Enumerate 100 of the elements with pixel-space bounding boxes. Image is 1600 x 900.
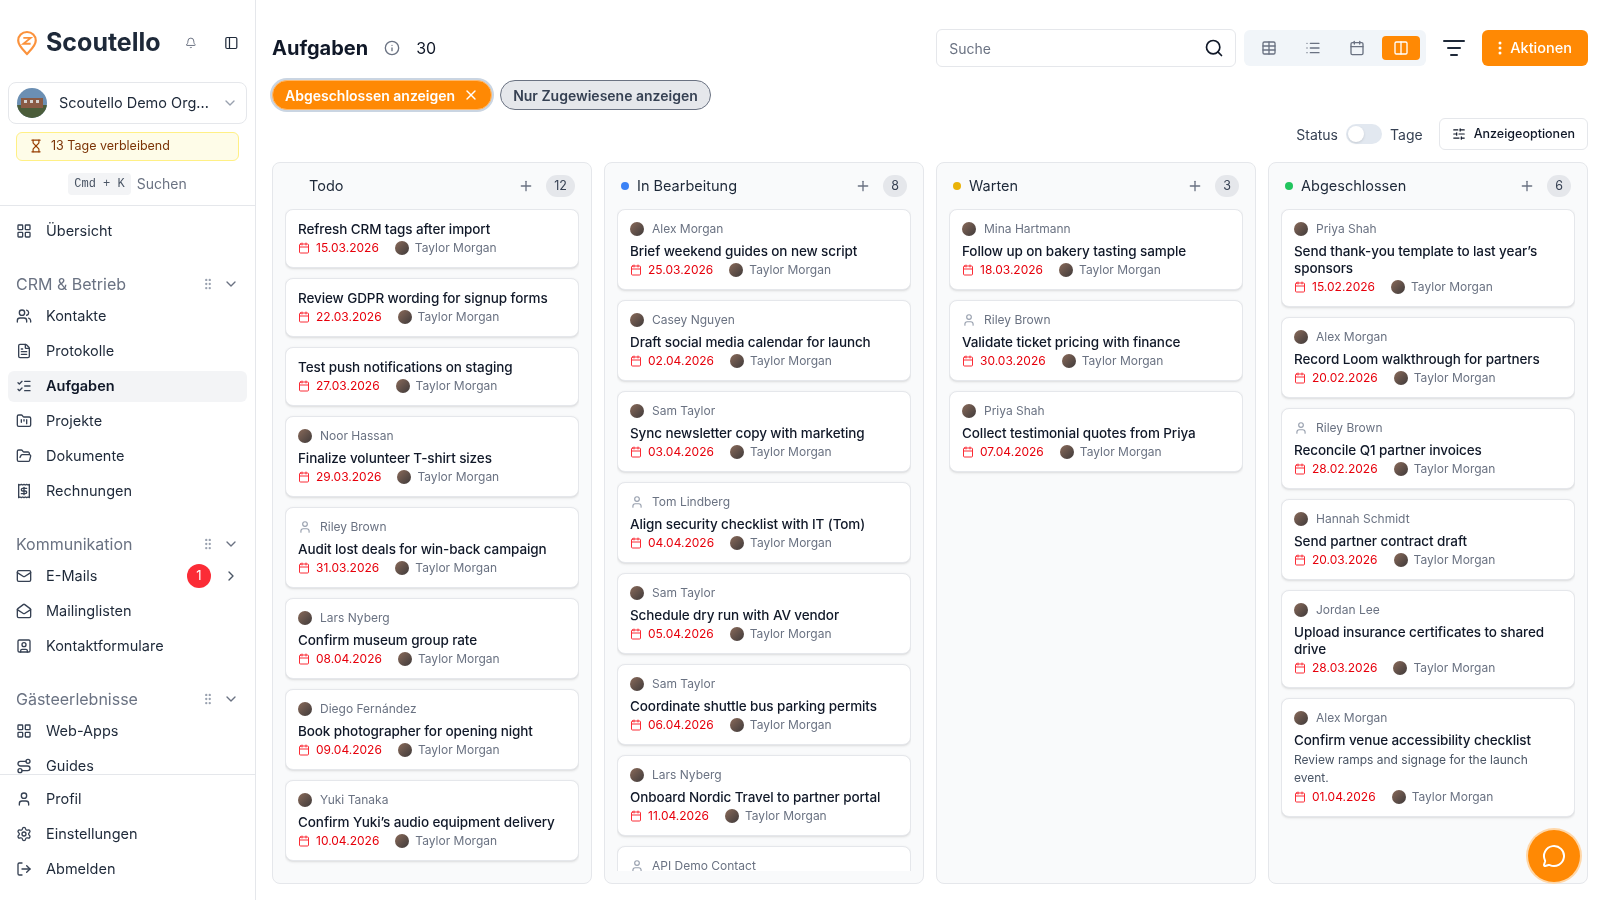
contact-name: Jordan Lee xyxy=(1316,602,1380,618)
contact-name: API Demo Contact xyxy=(652,858,756,871)
assignee-name: Taylor Morgan xyxy=(415,378,498,394)
task-card[interactable]: Lars Nyberg Confirm museum group rate 08.04.2026 Taylor Morgan xyxy=(285,598,579,679)
calendar-icon xyxy=(630,719,642,731)
due-date: 15.02.2026 xyxy=(1312,279,1375,295)
calendar-icon xyxy=(298,242,310,254)
task-card[interactable]: Sam Taylor Schedule dry run with AV vendor 05.04.2026 Taylor Morgan xyxy=(617,573,911,654)
task-card[interactable]: Alex Morgan Brief weekend guides on new script 25.03.2026 Taylor Morgan xyxy=(617,209,911,290)
assignee-name: Taylor Morgan xyxy=(1411,279,1493,295)
mail-icon xyxy=(16,568,32,584)
task-card[interactable]: Priya Shah Collect testimonial quotes from Priya 07.04.2026 Taylor Morgan xyxy=(949,391,1243,472)
search-icon[interactable] xyxy=(1204,38,1225,58)
task-title: Upload insurance certificates to shared drive xyxy=(1294,624,1546,658)
avatar xyxy=(394,241,409,255)
avatar xyxy=(298,702,312,716)
display-options-button[interactable]: Anzeigeoptionen xyxy=(1438,118,1588,150)
nav-item[interactable]: Einstellungen xyxy=(8,818,247,849)
task-card[interactable]: Yuki Tanaka Confirm Yuki’s audio equipment delivery 10.04.2026 Taylor Morgan xyxy=(285,780,579,861)
nav-item[interactable]: Rechnungen xyxy=(8,475,247,507)
nav-item[interactable]: E-Mails xyxy=(8,560,187,592)
calendar-icon xyxy=(298,653,310,665)
due-date: 09.04.2026 xyxy=(316,742,382,758)
task-card[interactable]: Alex Morgan Record Loom walkthrough for partners 20.02.2026 Taylor Morgan xyxy=(1281,317,1575,398)
due-date: 28.03.2026 xyxy=(1312,660,1378,676)
contact-name: Lars Nyberg xyxy=(652,767,722,783)
task-title: Review GDPR wording for signup forms xyxy=(298,290,549,307)
avatar xyxy=(1061,354,1076,368)
avatar xyxy=(729,627,744,641)
assignee-name: Taylor Morgan xyxy=(1079,262,1161,278)
avatar xyxy=(1294,603,1308,617)
task-card[interactable]: Jordan Lee Upload insurance certificates to shared drive 28.03.2026 Taylor Morgan xyxy=(1281,590,1575,688)
nav-item[interactable]: Abmelden xyxy=(8,853,247,884)
nav-item[interactable]: Projekte xyxy=(8,405,247,437)
avatar xyxy=(630,222,644,236)
task-card[interactable]: Sam Taylor Coordinate shuttle bus parking permits 06.04.2026 Taylor Morgan xyxy=(617,664,911,745)
task-card[interactable]: Casey Nguyen Draft social media calendar for launch 02.04.2026 Taylor Morgan xyxy=(617,300,911,381)
avatar xyxy=(729,263,744,277)
task-card[interactable]: Hannah Schmidt Send partner contract draft 20.03.2026 Taylor Morgan xyxy=(1281,499,1575,580)
task-title: Validate ticket pricing with finance xyxy=(962,334,1182,351)
task-card[interactable]: Test push notifications on staging 27.03.2026 Taylor Morgan xyxy=(285,347,579,406)
nav-item[interactable]: Guides xyxy=(8,750,247,774)
task-card[interactable]: Riley Brown Audit lost deals for win-back campaign 31.03.2026 Taylor Morgan xyxy=(285,507,579,588)
nav-item[interactable]: Kontakte xyxy=(8,300,247,332)
due-date: 10.04.2026 xyxy=(316,833,380,849)
search-shortcut-label[interactable]: Suchen xyxy=(136,173,187,194)
section-heading: Gästeerlebnisse xyxy=(16,687,139,711)
task-card[interactable]: Riley Brown Reconcile Q1 partner invoices 28.02.2026 Taylor Morgan xyxy=(1281,408,1575,489)
avatar xyxy=(730,536,745,550)
task-card[interactable]: API Demo Contact xyxy=(617,846,911,871)
avatar xyxy=(395,561,410,575)
calendar-icon xyxy=(630,537,642,549)
nav-item[interactable]: Dokumente xyxy=(8,440,247,472)
task-card[interactable]: Mina Hartmann Follow up on bakery tasting sample 18.03.2026 Taylor Morgan xyxy=(949,209,1243,290)
task-card[interactable]: Riley Brown Validate ticket pricing with finance 30.03.2026 Taylor Morgan xyxy=(949,300,1243,381)
task-card[interactable]: Lars Nyberg Onboard Nordic Travel to partner portal 11.04.2026 Taylor Morgan xyxy=(617,755,911,836)
hourglass-icon xyxy=(29,139,43,153)
column-count: 8 xyxy=(883,174,907,198)
info-icon[interactable] xyxy=(384,40,401,56)
contact-name: Tom Lindberg xyxy=(652,494,731,510)
person-icon xyxy=(298,520,312,534)
due-date: 18.03.2026 xyxy=(980,262,1043,278)
section-heading: CRM & Betrieb xyxy=(16,272,128,296)
contact-name: Casey Nguyen xyxy=(652,312,735,328)
task-card[interactable]: Priya Shah Send thank-you template to last year’s sponsors 15.02.2026 Taylor Morgan xyxy=(1281,209,1575,307)
task-card[interactable]: Review GDPR wording for signup forms 22.03.2026 Taylor Morgan xyxy=(285,278,579,337)
contact-name: Riley Brown xyxy=(320,519,387,535)
calendar-icon xyxy=(1294,463,1306,475)
avatar xyxy=(724,809,739,823)
organization-name: Scoutello Demo Org... xyxy=(59,92,210,114)
nav-item[interactable]: Protokolle xyxy=(8,335,247,367)
nav-item[interactable]: Web-Apps xyxy=(8,715,247,747)
column-title: Warten xyxy=(969,176,1019,197)
nav-item[interactable]: Profil xyxy=(8,783,247,814)
task-card[interactable]: Diego Fernández Book photographer for opening night 09.04.2026 Taylor Morgan xyxy=(285,689,579,770)
view-button[interactable] xyxy=(1382,36,1421,60)
nav-item[interactable]: Kontaktformulare xyxy=(8,630,247,662)
task-card[interactable]: Sam Taylor Sync newsletter copy with marketing 03.04.2026 Taylor Morgan xyxy=(617,391,911,472)
task-card[interactable]: Alex Morgan Confirm venue accessibility checklist Review ramps and signage for the launch event. 01.04.2026 Taylor Morgan xyxy=(1281,698,1575,817)
status-days-switch[interactable] xyxy=(1346,124,1382,144)
calendar-icon xyxy=(630,810,642,822)
due-date: 27.03.2026 xyxy=(316,378,380,394)
unread-count: 1 xyxy=(187,564,211,588)
contact-name: Hannah Schmidt xyxy=(1316,511,1410,527)
logout-icon xyxy=(16,860,32,877)
shortcut-key: Cmd + K xyxy=(68,172,131,195)
filter-chip[interactable]: Nur Zugewiesene anzeigen xyxy=(500,80,711,110)
calendar-icon xyxy=(298,380,310,392)
nav-item[interactable]: Mailinglisten xyxy=(8,595,247,627)
avatar xyxy=(729,445,744,459)
task-card[interactable]: Tom Lindberg Align security checklist with IT (Tom) 04.04.2026 Taylor Morgan xyxy=(617,482,911,563)
avatar xyxy=(729,718,744,732)
due-date: 25.03.2026 xyxy=(648,262,714,278)
nav-item[interactable]: Übersicht xyxy=(8,215,247,247)
organization-selector[interactable]: Scoutello Demo Org... xyxy=(8,81,247,124)
search-field[interactable]: Suche xyxy=(936,29,1237,67)
task-card[interactable]: Noor Hassan Finalize volunteer T-shirt sizes 29.03.2026 Taylor Morgan xyxy=(285,416,579,497)
nav-item[interactable]: Aufgaben xyxy=(8,370,247,402)
task-card[interactable]: Refresh CRM tags after import 15.03.2026 Taylor Morgan xyxy=(285,209,579,268)
calendar-icon xyxy=(298,744,310,756)
